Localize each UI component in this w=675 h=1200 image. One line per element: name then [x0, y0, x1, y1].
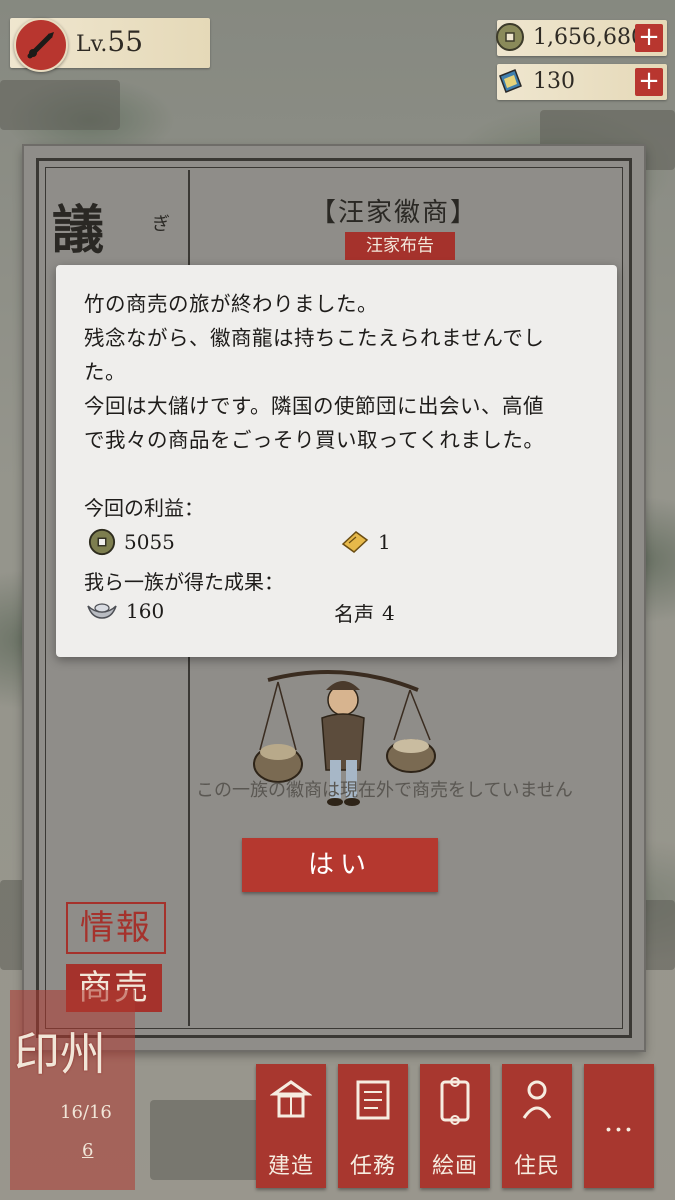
- add-gems-button[interactable]: +: [635, 68, 663, 96]
- level-prefix: Lv.: [76, 32, 108, 57]
- fame-gained: 名声 4: [334, 598, 395, 627]
- no-trade-message: この一族の徽商は現在外で商売をしていません: [196, 780, 573, 801]
- player-avatar[interactable]: [14, 18, 68, 72]
- jade-ticket-icon: [499, 69, 522, 93]
- menu-task[interactable]: 任務: [338, 1064, 408, 1188]
- menu-label: 住民: [513, 1154, 560, 1179]
- panel-title-kanji: 議: [52, 200, 105, 261]
- silver-gained-value: 160: [126, 599, 165, 623]
- more-icon: …: [603, 1104, 635, 1139]
- confirm-button[interactable]: はい: [242, 838, 438, 892]
- coin-icon: [496, 23, 524, 51]
- resident-icon: [522, 1080, 552, 1119]
- city-population: 16/16: [60, 1102, 112, 1123]
- city-name: 印州: [14, 1027, 106, 1081]
- city-marker-bg: [10, 990, 135, 1190]
- family-notice-badge[interactable]: 汪家布告: [345, 232, 455, 260]
- gem-counter: 130 +: [497, 64, 667, 100]
- menu-label: 建造: [267, 1154, 314, 1179]
- coin-amount: 1,656,680: [533, 25, 645, 50]
- menu-more[interactable]: …: [584, 1064, 654, 1188]
- message-line: で我々の商品をごっそり買い取ってくれました。: [84, 428, 545, 452]
- player-level: Lv.55: [76, 25, 143, 58]
- trade-result-message: 竹の商売の旅が終わりました。 残念ながら、徽商龍は持ちこたえられませんでし た。…: [84, 287, 594, 457]
- menu-label: 絵画: [431, 1154, 478, 1179]
- tab-info[interactable]: 情報: [66, 902, 166, 954]
- menu-resident[interactable]: 住民: [502, 1064, 572, 1188]
- clan-gains-label: 我ら一族が得た成果：: [84, 570, 284, 594]
- menu-painting[interactable]: 絵画: [420, 1064, 490, 1188]
- city-marker[interactable]: 印州 16/16 6: [10, 990, 135, 1190]
- gem-amount: 130: [533, 69, 575, 94]
- silver-gained: 160: [86, 598, 164, 624]
- tickets-gained: 1: [340, 528, 391, 556]
- city-count: 6: [82, 1140, 94, 1161]
- build-icon: [270, 1080, 312, 1118]
- coin-icon: [88, 528, 116, 556]
- ticket-icon: [341, 531, 369, 553]
- coin-counter: 1,656,680 +: [496, 20, 667, 56]
- message-line: 残念ながら、徽商龍は持ちこたえられませんでし: [84, 326, 545, 350]
- tickets-gained-value: 1: [378, 530, 391, 554]
- coins-gained-value: 5055: [124, 530, 175, 554]
- menu-build[interactable]: 建造: [256, 1064, 326, 1188]
- fame-value: 4: [382, 600, 395, 625]
- message-line: た。: [84, 360, 126, 384]
- task-icon: [356, 1080, 390, 1120]
- add-coins-button[interactable]: +: [635, 24, 663, 52]
- panel-title-ruby: ぎ: [152, 214, 170, 235]
- silver-ingot-icon: [87, 603, 117, 619]
- profit-label: 今回の利益：: [84, 496, 204, 520]
- painting-icon: [440, 1077, 470, 1125]
- message-line: 竹の商売の旅が終わりました。: [84, 292, 378, 316]
- level-value: 55: [107, 25, 144, 58]
- coins-gained: 5055: [88, 528, 175, 556]
- family-title: 【汪家徽商】: [310, 198, 479, 228]
- message-line: 今回は大儲けです。隣国の使節団に出会い、高値: [84, 394, 544, 418]
- brush-icon: [27, 32, 54, 59]
- fame-label: 名声: [334, 602, 374, 626]
- menu-label: 任務: [349, 1154, 396, 1179]
